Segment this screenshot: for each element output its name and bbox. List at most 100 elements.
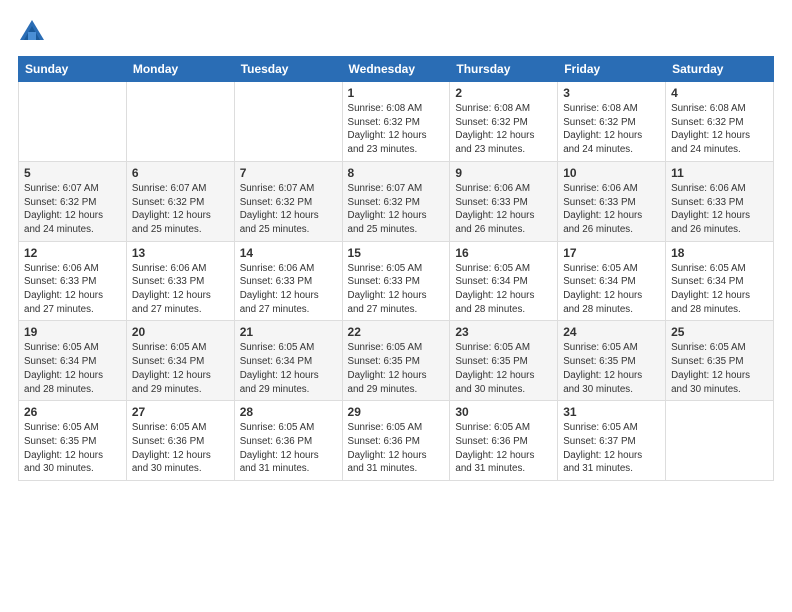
day-cell: 30 Sunrise: 6:05 AM Sunset: 6:36 PM Dayli…: [450, 401, 558, 481]
day-cell: [666, 401, 774, 481]
day-number: 29: [348, 405, 445, 419]
day-number: 28: [240, 405, 337, 419]
day-number: 20: [132, 325, 229, 339]
day-cell: 7 Sunrise: 6:07 AM Sunset: 6:32 PM Daylig…: [234, 161, 342, 241]
day-number: 14: [240, 246, 337, 260]
header: [18, 18, 774, 46]
day-header-tuesday: Tuesday: [234, 57, 342, 82]
day-number: 19: [24, 325, 121, 339]
day-info: Sunrise: 6:05 AM Sunset: 6:37 PM Dayligh…: [563, 421, 660, 476]
day-cell: 5Sunrise: 6:07 AM Sunset: 6:32 PM Daylig…: [19, 161, 127, 241]
calendar-body: 1Sunrise: 6:08 AM Sunset: 6:32 PM Daylig…: [19, 82, 774, 481]
day-cell: 22 Sunrise: 6:05 AM Sunset: 6:35 PM Dayli…: [342, 321, 450, 401]
day-cell: 16 Sunrise: 6:05 AM Sunset: 6:34 PM Dayli…: [450, 241, 558, 321]
day-info: Sunrise: 6:06 AM Sunset: 6:33 PM Dayligh…: [132, 262, 229, 317]
day-cell: 13 Sunrise: 6:06 AM Sunset: 6:33 PM Dayli…: [126, 241, 234, 321]
day-cell: 8 Sunrise: 6:07 AM Sunset: 6:32 PM Daylig…: [342, 161, 450, 241]
day-cell: 20 Sunrise: 6:05 AM Sunset: 6:34 PM Dayli…: [126, 321, 234, 401]
day-header-wednesday: Wednesday: [342, 57, 450, 82]
week-row-5: 26 Sunrise: 6:05 AM Sunset: 6:35 PM Dayli…: [19, 401, 774, 481]
day-number: 10: [563, 166, 660, 180]
day-number: 26: [24, 405, 121, 419]
day-cell: 19Sunrise: 6:05 AM Sunset: 6:34 PM Dayli…: [19, 321, 127, 401]
day-number: 23: [455, 325, 552, 339]
day-cell: [19, 82, 127, 162]
day-cell: 12 Sunrise: 6:06 AM Sunset: 6:33 PM Dayli…: [19, 241, 127, 321]
week-row-3: 12 Sunrise: 6:06 AM Sunset: 6:33 PM Dayli…: [19, 241, 774, 321]
day-info: Sunrise: 6:07 AM Sunset: 6:32 PM Dayligh…: [348, 182, 445, 237]
day-cell: 31Sunrise: 6:05 AM Sunset: 6:37 PM Dayli…: [558, 401, 666, 481]
day-header-thursday: Thursday: [450, 57, 558, 82]
day-info: Sunrise: 6:05 AM Sunset: 6:34 PM Dayligh…: [563, 262, 660, 317]
day-number: 8: [348, 166, 445, 180]
day-cell: 1Sunrise: 6:08 AM Sunset: 6:32 PM Daylig…: [342, 82, 450, 162]
day-number: 7: [240, 166, 337, 180]
day-number: 22: [348, 325, 445, 339]
day-header-monday: Monday: [126, 57, 234, 82]
logo-icon: [18, 18, 46, 46]
day-cell: 27Sunrise: 6:05 AM Sunset: 6:36 PM Dayli…: [126, 401, 234, 481]
day-info: Sunrise: 6:08 AM Sunset: 6:32 PM Dayligh…: [671, 102, 768, 157]
day-number: 24: [563, 325, 660, 339]
day-number: 4: [671, 86, 768, 100]
day-info: Sunrise: 6:05 AM Sunset: 6:34 PM Dayligh…: [240, 341, 337, 396]
day-info: Sunrise: 6:05 AM Sunset: 6:34 PM Dayligh…: [132, 341, 229, 396]
day-info: Sunrise: 6:06 AM Sunset: 6:33 PM Dayligh…: [671, 182, 768, 237]
day-info: Sunrise: 6:05 AM Sunset: 6:35 PM Dayligh…: [671, 341, 768, 396]
day-number: 25: [671, 325, 768, 339]
day-cell: 26 Sunrise: 6:05 AM Sunset: 6:35 PM Dayli…: [19, 401, 127, 481]
day-cell: 24Sunrise: 6:05 AM Sunset: 6:35 PM Dayli…: [558, 321, 666, 401]
day-cell: 10 Sunrise: 6:06 AM Sunset: 6:33 PM Dayli…: [558, 161, 666, 241]
day-cell: 21 Sunrise: 6:05 AM Sunset: 6:34 PM Dayli…: [234, 321, 342, 401]
day-info: Sunrise: 6:06 AM Sunset: 6:33 PM Dayligh…: [563, 182, 660, 237]
day-cell: 23 Sunrise: 6:05 AM Sunset: 6:35 PM Dayli…: [450, 321, 558, 401]
day-number: 2: [455, 86, 552, 100]
day-info: Sunrise: 6:05 AM Sunset: 6:34 PM Dayligh…: [671, 262, 768, 317]
day-cell: 17 Sunrise: 6:05 AM Sunset: 6:34 PM Dayli…: [558, 241, 666, 321]
day-info: Sunrise: 6:08 AM Sunset: 6:32 PM Dayligh…: [563, 102, 660, 157]
day-info: Sunrise: 6:07 AM Sunset: 6:32 PM Dayligh…: [132, 182, 229, 237]
day-header-friday: Friday: [558, 57, 666, 82]
day-number: 9: [455, 166, 552, 180]
day-cell: 28 Sunrise: 6:05 AM Sunset: 6:36 PM Dayli…: [234, 401, 342, 481]
day-number: 16: [455, 246, 552, 260]
day-number: 30: [455, 405, 552, 419]
week-row-2: 5Sunrise: 6:07 AM Sunset: 6:32 PM Daylig…: [19, 161, 774, 241]
page: SundayMondayTuesdayWednesdayThursdayFrid…: [0, 0, 792, 612]
day-cell: 18 Sunrise: 6:05 AM Sunset: 6:34 PM Dayli…: [666, 241, 774, 321]
day-info: Sunrise: 6:05 AM Sunset: 6:33 PM Dayligh…: [348, 262, 445, 317]
day-info: Sunrise: 6:05 AM Sunset: 6:36 PM Dayligh…: [240, 421, 337, 476]
day-cell: [234, 82, 342, 162]
day-cell: 3Sunrise: 6:08 AM Sunset: 6:32 PM Daylig…: [558, 82, 666, 162]
day-info: Sunrise: 6:06 AM Sunset: 6:33 PM Dayligh…: [24, 262, 121, 317]
day-cell: 11 Sunrise: 6:06 AM Sunset: 6:33 PM Dayli…: [666, 161, 774, 241]
day-header-saturday: Saturday: [666, 57, 774, 82]
day-cell: 9 Sunrise: 6:06 AM Sunset: 6:33 PM Daylig…: [450, 161, 558, 241]
day-number: 11: [671, 166, 768, 180]
day-number: 18: [671, 246, 768, 260]
day-info: Sunrise: 6:05 AM Sunset: 6:35 PM Dayligh…: [348, 341, 445, 396]
day-cell: 6Sunrise: 6:07 AM Sunset: 6:32 PM Daylig…: [126, 161, 234, 241]
day-info: Sunrise: 6:05 AM Sunset: 6:35 PM Dayligh…: [24, 421, 121, 476]
day-cell: 2Sunrise: 6:08 AM Sunset: 6:32 PM Daylig…: [450, 82, 558, 162]
week-row-1: 1Sunrise: 6:08 AM Sunset: 6:32 PM Daylig…: [19, 82, 774, 162]
week-row-4: 19 Sunrise: 6:05 AM Sunset: 6:34 PM Dayli…: [19, 321, 774, 401]
day-number: 13: [132, 246, 229, 260]
day-number: 12: [24, 246, 121, 260]
day-number: 21: [240, 325, 337, 339]
day-info: Sunrise: 6:05 AM Sunset: 6:35 PM Dayligh…: [455, 341, 552, 396]
day-cell: 25 Sunrise: 6:05 AM Sunset: 6:35 PM Dayli…: [666, 321, 774, 401]
day-info: Sunrise: 6:07 AM Sunset: 6:32 PM Dayligh…: [240, 182, 337, 237]
logo: [18, 18, 50, 46]
day-info: Sunrise: 6:05 AM Sunset: 6:34 PM Dayligh…: [455, 262, 552, 317]
day-info: Sunrise: 6:06 AM Sunset: 6:33 PM Dayligh…: [240, 262, 337, 317]
day-info: Sunrise: 6:07 AM Sunset: 6:32 PM Dayligh…: [24, 182, 121, 237]
day-info: Sunrise: 6:08 AM Sunset: 6:32 PM Dayligh…: [348, 102, 445, 157]
day-header-sunday: Sunday: [19, 57, 127, 82]
day-cell: 29Sunrise: 6:05 AM Sunset: 6:36 PM Dayli…: [342, 401, 450, 481]
day-number: 27: [132, 405, 229, 419]
day-info: Sunrise: 6:05 AM Sunset: 6:36 PM Dayligh…: [455, 421, 552, 476]
day-cell: 4 Sunrise: 6:08 AM Sunset: 6:32 PM Daylig…: [666, 82, 774, 162]
day-info: Sunrise: 6:06 AM Sunset: 6:33 PM Dayligh…: [455, 182, 552, 237]
day-number: 17: [563, 246, 660, 260]
